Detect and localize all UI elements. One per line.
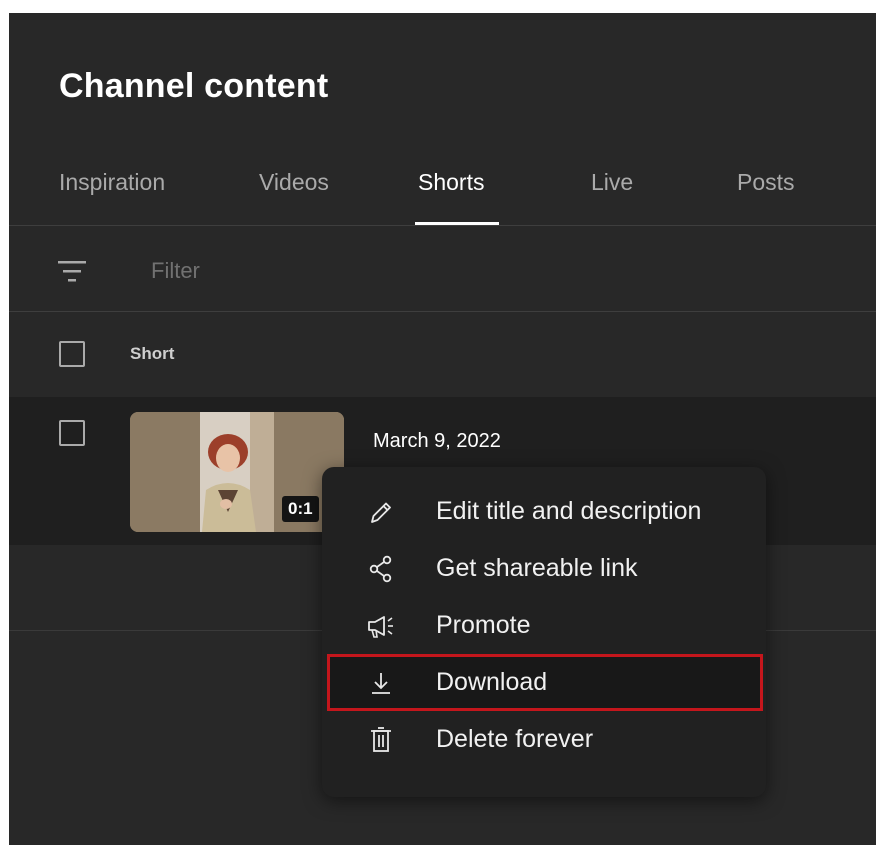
tab-videos[interactable]: Videos (259, 169, 329, 196)
row-date: March 9, 2022 (373, 430, 501, 452)
tab-inspiration[interactable]: Inspiration (59, 169, 165, 196)
row-checkbox[interactable] (59, 420, 85, 446)
duration-badge: 0:1 (282, 496, 319, 522)
menu-item-label: Delete forever (436, 725, 594, 753)
channel-content-panel: Channel content Inspiration Videos Short… (9, 13, 876, 845)
tab-posts[interactable]: Posts (737, 169, 795, 196)
trash-icon (366, 725, 396, 755)
page-title: Channel content (59, 67, 329, 105)
tabs-divider (9, 225, 876, 226)
menu-item-edit-title[interactable]: Edit title and description (322, 483, 766, 540)
tab-bar: Inspiration Videos Shorts Live Posts (9, 163, 876, 225)
megaphone-icon (366, 611, 396, 641)
filter-icon[interactable] (57, 257, 87, 285)
select-all-checkbox[interactable] (59, 341, 85, 367)
menu-item-label: Download (436, 668, 548, 696)
download-icon (366, 668, 396, 698)
menu-item-promote[interactable]: Promote (322, 597, 766, 654)
filter-divider (9, 311, 876, 312)
pencil-icon (366, 497, 396, 527)
menu-item-download[interactable]: Download (327, 654, 763, 711)
menu-item-share-link[interactable]: Get shareable link (322, 540, 766, 597)
menu-item-label: Edit title and description (436, 497, 702, 525)
menu-item-label: Promote (436, 611, 531, 639)
tab-live[interactable]: Live (591, 169, 633, 196)
menu-item-delete-forever[interactable]: Delete forever (322, 711, 766, 768)
menu-item-label: Get shareable link (436, 554, 638, 582)
tab-shorts[interactable]: Shorts (418, 169, 484, 196)
column-header-short: Short (130, 344, 175, 363)
share-icon (366, 554, 396, 584)
options-menu: Edit title and description Get shareable… (322, 467, 766, 797)
filter-input[interactable]: Filter (151, 258, 200, 284)
